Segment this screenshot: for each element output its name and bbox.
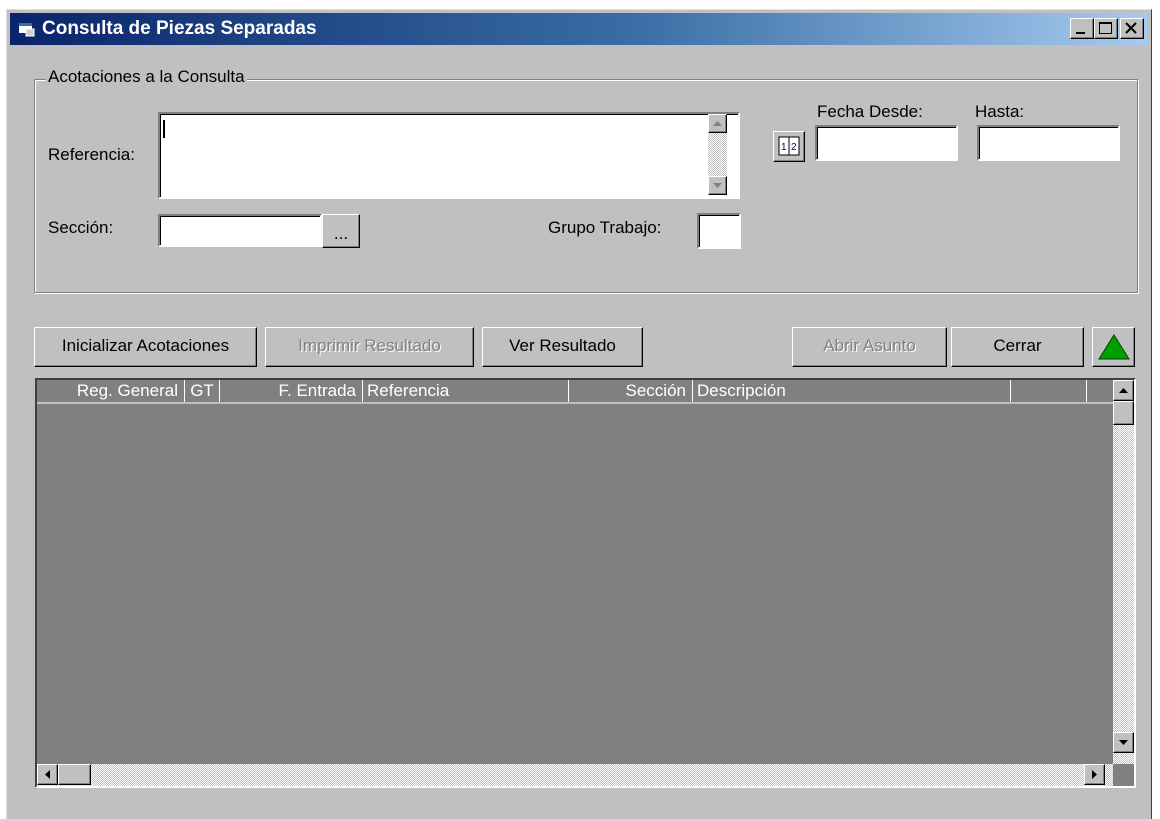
inicializar-acotaciones-button[interactable]: Inicializar Acotaciones [34, 327, 257, 367]
minimize-icon [1076, 32, 1085, 34]
seccion-label: Sección: [48, 218, 114, 237]
filter-groupbox-legend: Acotaciones a la Consulta [46, 67, 247, 87]
fecha-desde-input[interactable] [815, 125, 958, 161]
column-reg-general[interactable]: Reg. General [37, 380, 185, 402]
arrow-up-icon [713, 121, 722, 126]
text-cursor [163, 120, 165, 138]
grid-scroll-down[interactable] [1113, 732, 1134, 753]
arrow-down-icon [713, 183, 722, 188]
grid-scroll-right[interactable] [1084, 764, 1105, 785]
triangle-up-icon [1097, 334, 1130, 360]
grid-header: Reg. General GT F. Entrada Referencia Se… [37, 380, 1117, 404]
referencia-scrollbar[interactable] [708, 114, 727, 195]
grid-scroll-up[interactable] [1113, 380, 1134, 401]
hasta-input[interactable] [977, 125, 1120, 161]
grid-scroll-left[interactable] [37, 764, 58, 785]
main-window: Consulta de Piezas Separadas Acotaciones… [6, 9, 1152, 819]
referencia-scroll-up[interactable] [708, 114, 727, 133]
seccion-input[interactable] [158, 214, 322, 247]
arrow-up-icon [1119, 388, 1128, 393]
ver-resultado-button[interactable]: Ver Resultado [482, 327, 643, 367]
app-icon [19, 23, 35, 37]
close-icon [1125, 22, 1137, 34]
maximize-button[interactable] [1094, 18, 1118, 39]
column-referencia[interactable]: Referencia [363, 380, 569, 402]
maximize-icon [1099, 22, 1112, 34]
calendar-icon: 1 2 [778, 136, 800, 156]
referencia-textarea[interactable] [158, 112, 740, 199]
calendar-button[interactable]: 1 2 [773, 131, 805, 162]
title-bar[interactable]: Consulta de Piezas Separadas [10, 13, 1147, 45]
grupo-trabajo-input[interactable] [697, 213, 741, 249]
grupo-trabajo-label: Grupo Trabajo: [548, 218, 662, 237]
window-title: Consulta de Piezas Separadas [42, 18, 317, 39]
grid-scroll-thumb[interactable] [1113, 401, 1134, 425]
column-extra[interactable] [1011, 380, 1087, 402]
move-up-button[interactable] [1092, 327, 1135, 367]
referencia-scroll-down[interactable] [708, 176, 727, 195]
referencia-label: Referencia: [48, 145, 135, 164]
close-button[interactable] [1120, 18, 1144, 39]
minimize-button[interactable] [1070, 18, 1094, 39]
column-gt[interactable]: GT [185, 380, 220, 402]
column-descripcion[interactable]: Descripción [693, 380, 1011, 402]
grid-header-separator [37, 402, 1113, 404]
arrow-left-icon [45, 770, 50, 779]
arrow-down-icon [1119, 740, 1128, 745]
fecha-desde-label: Fecha Desde: [817, 102, 923, 121]
cerrar-button[interactable]: Cerrar [951, 327, 1084, 367]
column-seccion[interactable]: Sección [569, 380, 693, 402]
grid-vertical-scrollbar[interactable] [1113, 380, 1134, 764]
seccion-browse-button[interactable]: ... [322, 214, 360, 248]
arrow-right-icon [1092, 770, 1097, 779]
svg-text:2: 2 [791, 142, 797, 153]
hasta-label: Hasta: [975, 102, 1025, 121]
column-f-entrada[interactable]: F. Entrada [220, 380, 363, 402]
grid-hscroll-thumb[interactable] [58, 764, 91, 785]
abrir-asunto-button[interactable]: Abrir Asunto [792, 327, 947, 367]
svg-text:1: 1 [781, 142, 787, 153]
grid-horizontal-scrollbar[interactable] [37, 764, 1113, 786]
results-grid[interactable]: Reg. General GT F. Entrada Referencia Se… [35, 378, 1136, 788]
imprimir-resultado-button[interactable]: Imprimir Resultado [265, 327, 474, 367]
